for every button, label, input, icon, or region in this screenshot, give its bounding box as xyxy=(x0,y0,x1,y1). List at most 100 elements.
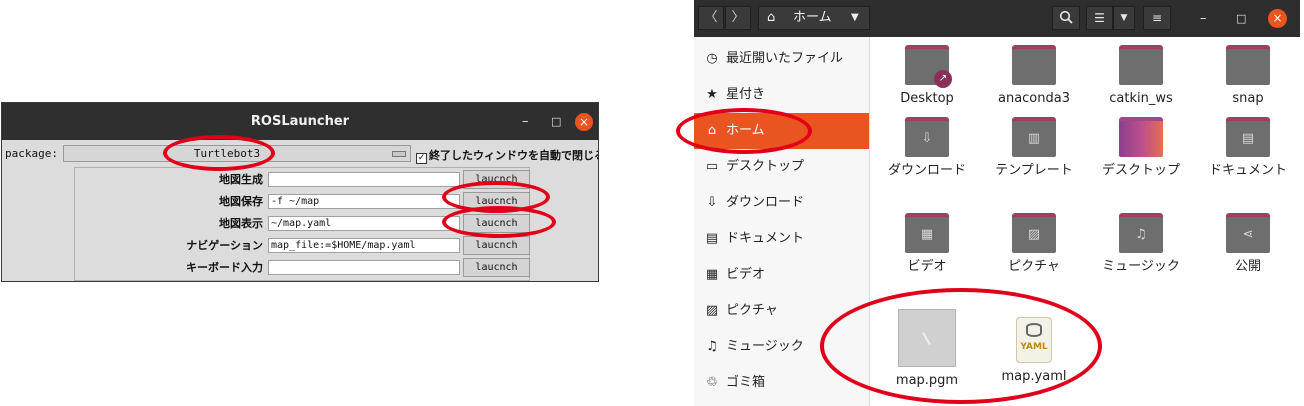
folder-icon xyxy=(1119,45,1163,85)
picture-icon: ▨ xyxy=(705,303,719,318)
trash-icon: ♲ xyxy=(706,375,718,390)
location-button[interactable]: ⌂ ホーム ▼ xyxy=(758,6,870,30)
file-item[interactable]: ▥ テンプレート xyxy=(982,109,1086,182)
sidebar: ◷ 最近開いたファイル ★ 星付き ⌂ ホーム ▭ デスクトップ ⇩ ダウンロード ▤ ドキ… xyxy=(694,37,870,406)
file-item[interactable]: snap xyxy=(1196,37,1300,110)
image-thumbnail-icon xyxy=(898,309,956,367)
row-label: ナビゲーション xyxy=(186,239,263,252)
checkbox-check-icon: ✓ xyxy=(416,153,427,164)
sidebar-item-label: 最近開いたファイル xyxy=(726,51,844,66)
file-item[interactable]: anaconda3 xyxy=(982,37,1086,110)
dropdown-icon xyxy=(392,151,406,157)
package-value: Turtlebot3 xyxy=(193,147,261,160)
row-input[interactable]: -f ~/map xyxy=(268,194,460,209)
file-name: ビデオ xyxy=(907,259,947,274)
launch-button[interactable]: laucnch xyxy=(463,236,530,255)
launch-row: キーボード入力 laucnch xyxy=(75,257,531,279)
music-folder-icon: ♫ xyxy=(1119,213,1163,253)
launch-row: ナビゲーション map_file:=$HOME/map.yaml laucnch xyxy=(75,235,531,257)
sidebar-item-label: ミュージック xyxy=(726,339,804,354)
file-item[interactable]: map.pgm xyxy=(875,299,979,392)
folder-icon xyxy=(1226,45,1270,85)
file-item[interactable]: ⇩ ダウンロード xyxy=(875,109,979,182)
package-select[interactable]: Turtlebot3 xyxy=(63,145,411,162)
minimize-button[interactable]: – xyxy=(522,103,529,140)
file-item[interactable]: ♫ ミュージック xyxy=(1089,205,1193,278)
launch-button[interactable]: laucnch xyxy=(463,192,530,211)
launch-row: 地図保存 -f ~/map laucnch xyxy=(75,191,531,213)
launch-button[interactable]: laucnch xyxy=(463,214,530,233)
download-folder-icon: ⇩ xyxy=(905,117,949,157)
auto-close-checkbox[interactable]: ✓ 終了したウィンドウを自動で閉じる xyxy=(416,147,599,164)
file-manager-window: 〈 〉 ⌂ ホーム ▼ ☰ ▼ ≡ – □ × ◷ 最近開いたファイル ★ 星付き … xyxy=(694,0,1300,406)
file-name: 公開 xyxy=(1234,259,1261,274)
file-item[interactable]: ▦ ビデオ xyxy=(875,205,979,278)
file-item[interactable]: ▤ ドキュメント xyxy=(1196,109,1300,182)
row-input[interactable] xyxy=(268,172,460,187)
forward-button[interactable]: 〉 xyxy=(725,6,751,30)
sidebar-item-pictures[interactable]: ▨ ピクチャ xyxy=(694,293,869,329)
document-icon: ▤ xyxy=(705,231,719,246)
launch-row: 地図表示 ~/map.yaml laucnch xyxy=(75,213,531,235)
row-label: キーボード入力 xyxy=(186,261,263,274)
recent-icon: ◷ xyxy=(706,51,718,66)
file-name: デスクトップ xyxy=(1101,163,1180,178)
close-button[interactable]: × xyxy=(575,113,593,131)
minimize-button[interactable]: – xyxy=(1200,0,1207,37)
music-icon: ♫ xyxy=(706,339,718,354)
sidebar-item-label: ピクチャ xyxy=(726,303,778,318)
close-button[interactable]: × xyxy=(1268,9,1287,28)
sidebar-item-videos[interactable]: ▦ ビデオ xyxy=(694,257,869,293)
launch-button[interactable]: laucnch xyxy=(463,170,530,189)
file-name: anaconda3 xyxy=(997,91,1070,106)
sidebar-item-label: 星付き xyxy=(726,87,766,102)
sidebar-item-home[interactable]: ⌂ ホーム xyxy=(694,113,869,149)
sidebar-item-downloads[interactable]: ⇩ ダウンロード xyxy=(694,185,869,221)
launch-button[interactable]: laucnch xyxy=(463,258,530,277)
home-icon: ⌂ xyxy=(707,123,717,138)
sidebar-item-label: ダウンロード xyxy=(726,195,805,210)
chevron-down-icon: ▼ xyxy=(1120,13,1128,23)
ros-launcher-window: ROSLauncher – □ × package: Turtlebot3 ✓ 終… xyxy=(1,102,599,282)
link-emblem-icon: ↗ xyxy=(934,70,952,88)
file-item[interactable]: ▨ ピクチャ xyxy=(982,205,1086,278)
download-icon: ⇩ xyxy=(706,195,718,210)
file-item[interactable]: YAML map.yaml xyxy=(982,299,1086,388)
share-folder-icon: ⋖ xyxy=(1226,213,1270,253)
star-icon: ★ xyxy=(706,87,718,102)
sidebar-item-trash[interactable]: ♲ ゴミ箱 xyxy=(694,365,869,401)
file-item[interactable]: デスクトップ xyxy=(1089,109,1193,182)
file-item[interactable]: ⋖ 公開 xyxy=(1196,205,1300,278)
row-input[interactable] xyxy=(268,260,460,275)
chevron-down-icon: ▼ xyxy=(851,12,859,23)
row-label: 地図生成 xyxy=(219,173,263,186)
sidebar-item-starred[interactable]: ★ 星付き xyxy=(694,77,869,113)
row-input[interactable]: map_file:=$HOME/map.yaml xyxy=(268,238,460,253)
package-row: package: Turtlebot3 ✓ 終了したウィンドウを自動で閉じる xyxy=(2,141,598,167)
file-name: ミュージック xyxy=(1102,259,1180,274)
sidebar-item-label: ドキュメント xyxy=(726,231,805,246)
maximize-button[interactable]: □ xyxy=(1236,0,1246,37)
menu-button[interactable]: ≡ xyxy=(1143,6,1171,30)
checkbox-label: 終了したウィンドウを自動で閉じる xyxy=(429,149,599,162)
file-name: ドキュメント xyxy=(1208,163,1287,178)
file-item[interactable]: catkin_ws xyxy=(1089,37,1193,110)
window-title: ROSLauncher xyxy=(250,114,350,129)
back-button[interactable]: 〈 xyxy=(698,6,724,30)
file-name: Desktop xyxy=(900,91,954,106)
title-bar[interactable]: ROSLauncher – □ × xyxy=(2,103,598,140)
search-button[interactable] xyxy=(1052,6,1080,30)
sidebar-item-documents[interactable]: ▤ ドキュメント xyxy=(694,221,869,257)
view-options-button[interactable]: ▼ xyxy=(1113,6,1135,30)
row-input[interactable]: ~/map.yaml xyxy=(268,216,460,231)
document-folder-icon: ▤ xyxy=(1226,117,1270,157)
package-label: package: xyxy=(5,147,58,160)
sidebar-item-recent[interactable]: ◷ 最近開いたファイル xyxy=(694,41,869,77)
sidebar-item-desktop[interactable]: ▭ デスクトップ xyxy=(694,149,869,185)
list-view-button[interactable]: ☰ xyxy=(1086,6,1113,30)
file-name: map.yaml xyxy=(1001,369,1067,384)
file-item[interactable]: ↗ Desktop xyxy=(875,37,979,110)
sidebar-item-music[interactable]: ♫ ミュージック xyxy=(694,329,869,365)
location-label: ホーム xyxy=(793,10,832,25)
maximize-button[interactable]: □ xyxy=(551,103,561,140)
